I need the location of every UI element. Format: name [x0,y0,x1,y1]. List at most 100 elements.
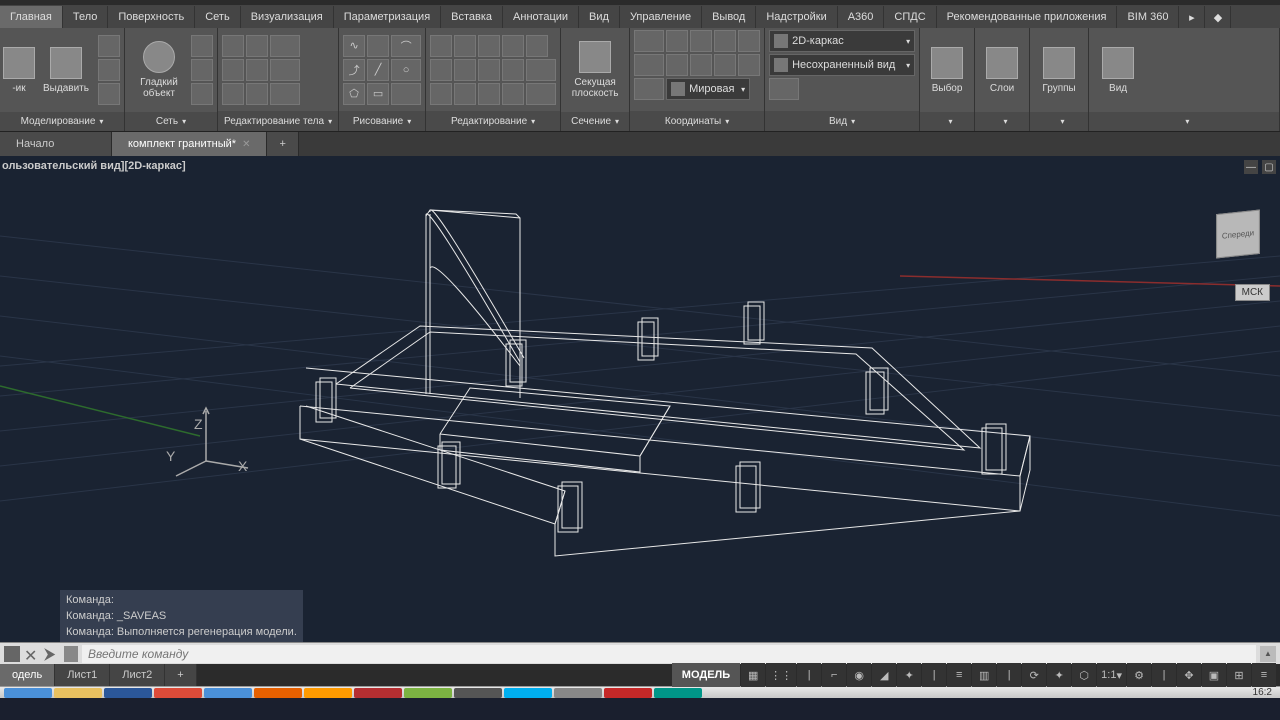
transparency-icon[interactable]: ▥ [972,663,996,687]
file-tab-doc[interactable]: комплект гранитный*✕ [112,132,267,156]
cmd-customize-icon[interactable]: ⮞ [44,646,60,662]
task-firefox-icon[interactable] [254,688,302,698]
se-icon-6[interactable] [270,59,300,81]
co-icon-1[interactable] [634,30,664,52]
menu-tab-manage[interactable]: Управление [620,6,702,28]
se-icon-3[interactable] [270,35,300,57]
task-ai-icon[interactable] [304,688,352,698]
menu-tab-output[interactable]: Вывод [702,6,756,28]
ed-icon-12[interactable] [454,83,476,105]
draw-icon-6[interactable]: ○ [391,59,421,81]
annoscale-icon[interactable]: ⊞ [1227,663,1251,687]
co-icon-5[interactable] [738,30,760,52]
file-tab-start[interactable]: Начало [0,132,112,156]
ribbon-title-layers[interactable] [975,112,1029,131]
menu-tab-insert[interactable]: Вставка [441,6,503,28]
co-icon-9[interactable] [714,54,736,76]
ed-icon-3[interactable] [478,35,500,57]
task-app5-icon[interactable] [604,688,652,698]
ortho-icon[interactable]: ⌐ [822,663,846,687]
modeling-icon-1[interactable] [98,35,120,57]
draw-icon-3[interactable]: ⌒ [391,35,421,57]
ed-icon-2[interactable] [454,35,476,57]
ribbon-title-draw[interactable]: Рисование [339,111,425,131]
select-button[interactable]: Выбор [924,30,970,110]
se-icon-9[interactable] [270,83,300,105]
task-ie-icon[interactable] [4,688,52,698]
ed-icon-4[interactable] [502,35,524,57]
cycle-icon[interactable]: ⟳ [1022,663,1046,687]
co-icon-10[interactable] [738,54,760,76]
menu-tab-a360[interactable]: A360 [838,6,885,28]
task-app4-icon[interactable] [554,688,602,698]
ribbon-title-view2[interactable] [1089,112,1279,131]
mesh-icon-2[interactable] [191,59,213,81]
ucs-dropdown[interactable]: Мировая [666,78,750,100]
ed-icon-10[interactable] [526,59,556,81]
ed-icon-5[interactable] [526,35,548,57]
ed-icon-8[interactable] [478,59,500,81]
co-icon-7[interactable] [666,54,688,76]
draw-icon-2[interactable] [367,35,389,57]
iso-icon[interactable]: ◢ [872,663,896,687]
ribbon-title-mesh[interactable]: Сеть [125,112,217,131]
se-icon-7[interactable] [222,83,244,105]
ed-icon-6[interactable] [430,59,452,81]
menu-tab-bim360[interactable]: BIM 360 [1117,6,1179,28]
smooth-button[interactable]: Гладкийобъект [129,30,189,110]
co-icon-2[interactable] [666,30,688,52]
ed-icon-9[interactable] [502,59,524,81]
menu-tab-spds[interactable]: СПДС [884,6,936,28]
task-app3-icon[interactable] [454,688,502,698]
ed-icon-7[interactable] [454,59,476,81]
task-word-icon[interactable] [104,688,152,698]
viewcube[interactable]: Спереди [1210,206,1270,266]
viewport[interactable]: ользовательский вид][2D-каркас] — ▢ [0,156,1280,642]
ribbon-title-modeling[interactable]: Моделирование [0,112,124,131]
task-acad-icon[interactable] [354,688,402,698]
modeling-icon-3[interactable] [98,83,120,105]
lineweight-icon[interactable]: ≡ [947,663,971,687]
draw-icon-5[interactable]: ╱ [367,59,389,81]
grid-icon[interactable]: ▦ [741,663,765,687]
ribbon-title-select[interactable] [920,112,974,131]
nav-icon[interactable]: ✥ [1177,663,1201,687]
customize-icon[interactable]: ≡ [1252,663,1276,687]
gear-icon[interactable]: ⚙ [1127,663,1151,687]
task-app2-icon[interactable] [404,688,452,698]
se-icon-2[interactable] [246,35,268,57]
draw-icon-1[interactable]: ∿ [343,35,365,57]
ribbon-title-solidedit[interactable]: Редактирование тела [218,111,338,131]
model-space-button[interactable]: МОДЕЛЬ [672,663,740,687]
co-icon-11[interactable] [634,78,664,100]
se-icon-4[interactable] [222,59,244,81]
view-icon-1[interactable] [769,78,799,100]
wcs-label[interactable]: МСК [1235,284,1270,301]
groups-button[interactable]: Группы [1034,30,1084,110]
menu-tab-surface[interactable]: Поверхность [108,6,195,28]
task-chrome-icon[interactable] [154,688,202,698]
ribbon-title-edit[interactable]: Редактирование [426,111,560,131]
command-input[interactable] [82,645,1256,663]
workspace-icon[interactable]: ▣ [1202,663,1226,687]
co-icon-8[interactable] [690,54,712,76]
ribbon-title-view[interactable]: Вид [765,111,919,131]
polar-icon[interactable]: ◉ [847,663,871,687]
se-icon-8[interactable] [246,83,268,105]
se-icon-1[interactable] [222,35,244,57]
section-button[interactable]: Секущаяплоскость [565,30,625,110]
co-icon-4[interactable] [714,30,736,52]
ed-icon-1[interactable] [430,35,452,57]
mesh-icon-3[interactable] [191,83,213,105]
snap-icon[interactable]: ⋮⋮ [766,663,796,687]
cmd-handle-icon[interactable] [4,646,20,662]
layout-tab-sheet2[interactable]: Лист2 [110,664,165,686]
draw-icon-4[interactable]: ⤴ [343,59,365,81]
menu-tab-expand-icon[interactable]: ▸ [1179,6,1205,28]
menu-tab-main[interactable]: Главная [0,6,63,28]
mesh-icon-1[interactable] [191,35,213,57]
box-button[interactable]: -ик [4,30,34,110]
dynucs-icon[interactable]: ⬡ [1072,663,1096,687]
menu-tab-body[interactable]: Тело [63,6,109,28]
ribbon-title-section[interactable]: Сечение [561,112,629,131]
